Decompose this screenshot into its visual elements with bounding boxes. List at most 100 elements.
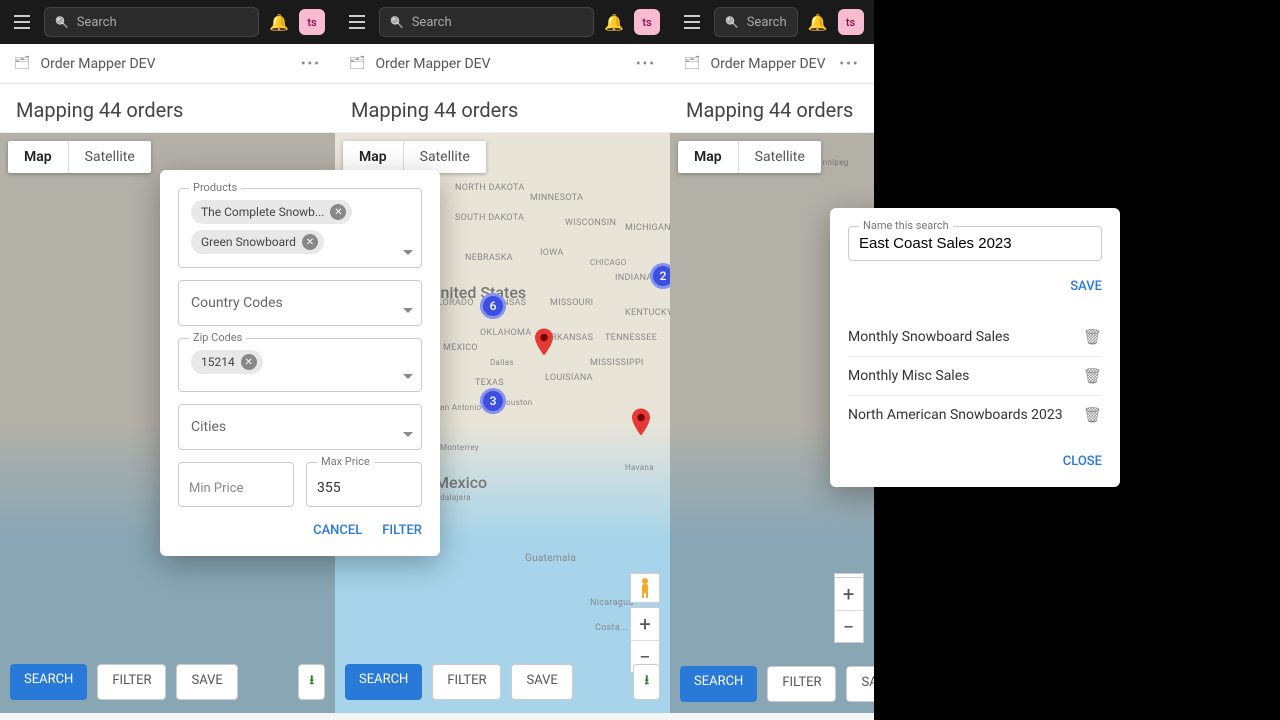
search-placeholder: Search bbox=[747, 15, 787, 30]
avatar[interactable]: ts bbox=[634, 9, 660, 35]
country-label: Mexico bbox=[435, 473, 487, 492]
save-button[interactable]: SAVE bbox=[176, 664, 237, 700]
download-button[interactable]: ⭳ bbox=[633, 664, 660, 700]
trash-icon[interactable]: 🗑 bbox=[1083, 367, 1102, 385]
map-pin[interactable] bbox=[535, 328, 553, 356]
region-label: IOWA bbox=[540, 248, 564, 258]
menu-icon[interactable] bbox=[345, 10, 369, 34]
chip-remove-icon[interactable]: ✕ bbox=[241, 354, 257, 370]
max-price-input[interactable]: Max Price 355 bbox=[306, 462, 422, 507]
cluster-marker[interactable]: 3 bbox=[480, 388, 506, 414]
save-dialog: Name this search SAVE Monthly Snowboard … bbox=[830, 208, 1120, 487]
filter-button[interactable]: FILTER bbox=[432, 664, 501, 700]
page-title: Mapping 44 orders bbox=[670, 84, 874, 133]
folder-icon: 🗂 bbox=[684, 56, 701, 71]
cities-select[interactable]: Cities bbox=[178, 404, 422, 450]
menu-icon[interactable] bbox=[680, 10, 704, 34]
saved-search-item[interactable]: Monthly Misc Sales 🗑 bbox=[848, 357, 1102, 396]
zoom-in-button[interactable]: + bbox=[835, 578, 863, 610]
apply-filter-button[interactable]: FILTER bbox=[382, 523, 422, 538]
zoom-out-button[interactable]: − bbox=[835, 610, 863, 642]
search-input[interactable]: Search bbox=[44, 7, 259, 37]
app-title: Order Mapper DEV bbox=[376, 56, 491, 72]
region-label: NORTH DAKOTA bbox=[455, 183, 525, 193]
avatar[interactable]: ts bbox=[838, 9, 864, 35]
search-placeholder: Search bbox=[77, 15, 117, 30]
trash-icon[interactable]: 🗑 bbox=[1083, 406, 1102, 424]
tab-satellite[interactable]: Satellite bbox=[738, 141, 821, 173]
country-label: Guatemala bbox=[525, 553, 576, 564]
download-icon: ⭳ bbox=[309, 673, 314, 688]
filter-button[interactable]: FILTER bbox=[97, 664, 166, 700]
tab-map[interactable]: Map bbox=[678, 141, 738, 173]
chevron-down-icon bbox=[403, 308, 413, 313]
region-label: CHICAGO bbox=[590, 258, 627, 267]
name-search-label: Name this search bbox=[859, 219, 953, 232]
search-input[interactable]: Search bbox=[714, 7, 798, 37]
filter-dialog: Products The Complete Snowb... ✕ Green S… bbox=[160, 170, 440, 556]
search-placeholder: Search bbox=[412, 15, 452, 30]
region-label: MINNESOTA bbox=[530, 193, 583, 203]
folder-icon: 🗂 bbox=[349, 56, 366, 71]
search-button[interactable]: SEARCH bbox=[10, 664, 87, 700]
city-label: Dallas bbox=[490, 358, 514, 367]
save-button[interactable]: SAVE bbox=[846, 666, 873, 702]
zoom-in-button[interactable]: + bbox=[631, 608, 659, 640]
region-label: MISSOURI bbox=[550, 298, 593, 308]
country-label: Costa... bbox=[595, 623, 628, 633]
tab-map[interactable]: Map bbox=[8, 141, 68, 173]
save-button[interactable]: SAVE bbox=[511, 664, 572, 700]
notifications-icon[interactable]: 🔔 bbox=[269, 13, 289, 32]
city-label: San Antonio bbox=[435, 403, 481, 412]
chevron-down-icon[interactable] bbox=[403, 374, 413, 379]
zip-chip[interactable]: 15214 ✕ bbox=[191, 350, 263, 374]
region-label: MISSISSIPPI bbox=[590, 358, 644, 368]
country-label: United States bbox=[430, 283, 526, 302]
trash-icon[interactable]: 🗑 bbox=[1083, 328, 1102, 346]
cluster-marker[interactable]: 6 bbox=[480, 293, 506, 319]
notifications-icon[interactable]: 🔔 bbox=[604, 13, 624, 32]
filter-button[interactable]: FILTER bbox=[767, 666, 836, 702]
search-input[interactable]: Search bbox=[379, 7, 594, 37]
search-name-input[interactable] bbox=[859, 231, 1091, 252]
page-title: Mapping 44 orders bbox=[0, 84, 335, 133]
chip-remove-icon[interactable]: ✕ bbox=[330, 204, 346, 220]
region-label: MICHIGAN bbox=[625, 223, 670, 233]
save-search-button[interactable]: SAVE bbox=[848, 279, 1102, 294]
saved-search-item[interactable]: Monthly Snowboard Sales 🗑 bbox=[848, 318, 1102, 357]
menu-icon[interactable] bbox=[10, 10, 34, 34]
country-codes-select[interactable]: Country Codes bbox=[178, 280, 422, 326]
product-chip[interactable]: The Complete Snowb... ✕ bbox=[191, 200, 352, 224]
close-button[interactable]: CLOSE bbox=[848, 454, 1102, 469]
page-title: Mapping 44 orders bbox=[335, 84, 670, 133]
avatar[interactable]: ts bbox=[299, 9, 325, 35]
chevron-down-icon[interactable] bbox=[403, 250, 413, 255]
search-button[interactable]: SEARCH bbox=[680, 666, 757, 702]
chevron-down-icon bbox=[403, 432, 413, 437]
tab-satellite[interactable]: Satellite bbox=[68, 141, 151, 173]
product-chip[interactable]: Green Snowboard ✕ bbox=[191, 230, 324, 254]
region-label: KENTUCKY bbox=[625, 308, 670, 318]
chip-remove-icon[interactable]: ✕ bbox=[302, 234, 318, 250]
pegman-icon[interactable] bbox=[630, 573, 660, 603]
country-label: Nicaragua bbox=[590, 598, 634, 608]
more-icon[interactable]: ••• bbox=[636, 56, 656, 72]
download-icon: ⭳ bbox=[644, 673, 649, 688]
zip-label: Zip Codes bbox=[189, 331, 246, 344]
more-icon[interactable]: ••• bbox=[839, 56, 859, 72]
saved-search-item[interactable]: North American Snowboards 2023 🗑 bbox=[848, 396, 1102, 434]
map-pin[interactable] bbox=[632, 408, 650, 436]
search-button[interactable]: SEARCH bbox=[345, 664, 422, 700]
notifications-icon[interactable]: 🔔 bbox=[808, 13, 828, 32]
tab-satellite[interactable]: Satellite bbox=[403, 141, 486, 173]
region-label: INDIANA bbox=[615, 273, 653, 283]
min-price-input[interactable]: Min Price bbox=[178, 462, 294, 507]
more-icon[interactable]: ••• bbox=[301, 56, 321, 72]
cancel-button[interactable]: CANCEL bbox=[313, 523, 362, 538]
region-label: LOUISIANA bbox=[545, 373, 593, 383]
download-button[interactable]: ⭳ bbox=[298, 664, 325, 700]
tab-map[interactable]: Map bbox=[343, 141, 403, 173]
app-title: Order Mapper DEV bbox=[711, 56, 826, 72]
region-label: WISCONSIN bbox=[565, 218, 616, 228]
cluster-marker[interactable]: 2 bbox=[650, 263, 670, 289]
